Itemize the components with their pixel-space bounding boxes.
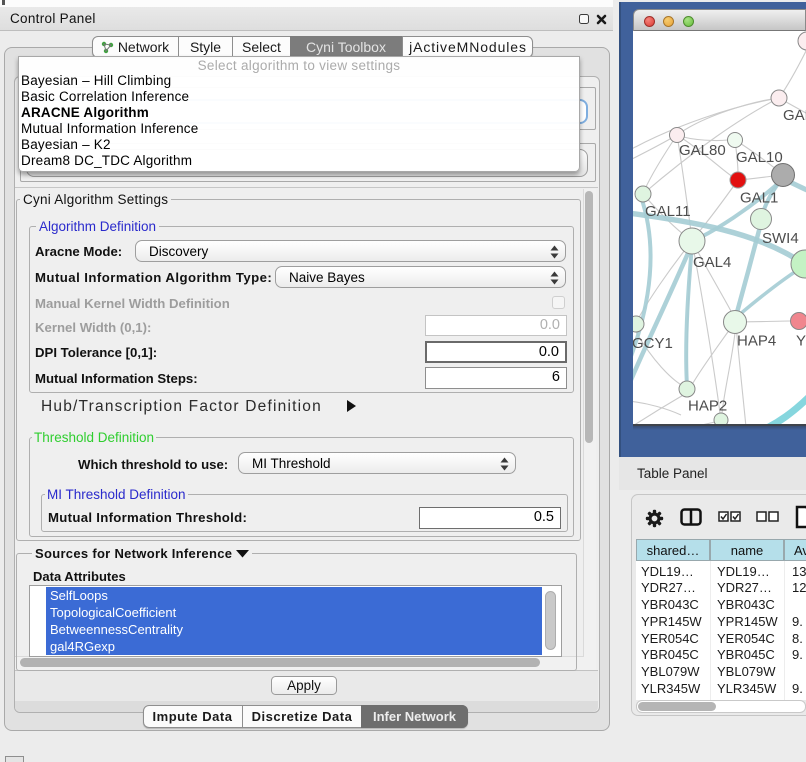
svg-text:HAP4: HAP4: [737, 333, 776, 350]
svg-text:GAL4: GAL4: [693, 254, 731, 271]
svg-text:SWI4: SWI4: [762, 230, 799, 247]
svg-text:GAL1: GAL1: [740, 190, 778, 207]
svg-text:GCY1: GCY1: [633, 335, 673, 352]
svg-text:GAL80: GAL80: [679, 142, 726, 159]
svg-text:GAL10: GAL10: [736, 149, 783, 166]
svg-text:Y: Y: [796, 333, 806, 350]
svg-text:GAL2: GAL2: [783, 107, 806, 124]
svg-text:HAP2: HAP2: [688, 398, 727, 415]
svg-text:GAL11: GAL11: [645, 203, 691, 220]
